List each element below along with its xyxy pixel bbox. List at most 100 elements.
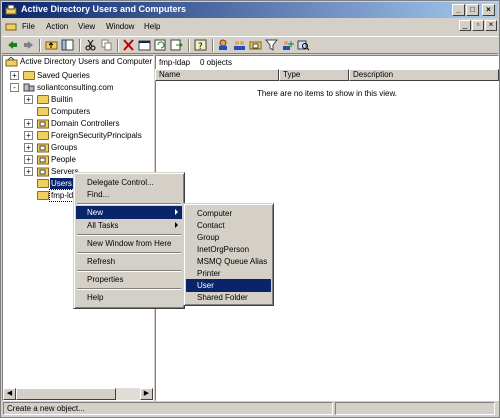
status-panel <box>335 402 495 415</box>
expander[interactable]: + <box>24 143 33 152</box>
status-bar: Create a new object... <box>2 401 498 416</box>
new-ou-icon[interactable] <box>249 39 262 51</box>
toolbar: ? * <box>2 36 498 54</box>
back-icon[interactable] <box>6 39 19 51</box>
menu-separator <box>77 288 181 290</box>
forward-icon[interactable] <box>22 39 35 51</box>
menu-action[interactable]: Action <box>46 22 68 31</box>
menu-separator <box>77 252 181 254</box>
tree-horizontal-scrollbar[interactable]: ◀ ▶ <box>3 388 153 400</box>
title-bar[interactable]: Active Directory Users and Computers _ □… <box>2 2 498 18</box>
submenu-arrow-icon <box>175 209 178 215</box>
folder-icon <box>37 95 49 104</box>
copy-icon[interactable] <box>100 39 113 51</box>
menu-separator <box>77 234 181 236</box>
submenu-item-shared-folder[interactable]: Shared Folder <box>186 291 271 304</box>
tree-item-domain[interactable]: - soliantconsulting.com <box>3 82 153 93</box>
context-menu: Delegate Control... Find... New All Task… <box>73 172 185 309</box>
maximize-button[interactable]: □ <box>466 4 479 16</box>
system-menu-icon[interactable] <box>5 21 17 32</box>
toolbar-separator <box>212 39 214 52</box>
folder-icon <box>37 131 49 140</box>
menu-separator <box>77 270 181 272</box>
menu-item-refresh[interactable]: Refresh <box>76 255 182 268</box>
svg-text:?: ? <box>198 42 203 51</box>
tree-item-groups[interactable]: + Groups <box>3 142 153 153</box>
domain-icon <box>23 83 35 92</box>
scroll-left-button[interactable]: ◀ <box>3 388 16 400</box>
child-minimize-button[interactable]: _ <box>459 20 471 31</box>
tree-item-domain-controllers[interactable]: + Domain Controllers <box>3 118 153 129</box>
folder-icon <box>23 71 35 80</box>
close-button[interactable]: × <box>482 4 495 16</box>
ad-root-icon <box>5 57 18 67</box>
menu-item-help[interactable]: Help <box>76 291 182 304</box>
svg-text:*: * <box>225 40 228 46</box>
scroll-right-button[interactable]: ▶ <box>140 388 153 400</box>
menu-item-new-window[interactable]: New Window from Here <box>76 237 182 250</box>
menu-item-find[interactable]: Find... <box>76 188 182 201</box>
scroll-thumb[interactable] <box>16 388 116 400</box>
expander[interactable]: + <box>24 167 33 176</box>
help-icon[interactable]: ? <box>194 39 207 51</box>
child-restore-button[interactable]: ▫ <box>472 20 484 31</box>
add-to-group-icon[interactable] <box>281 39 294 51</box>
tree-item-saved-queries[interactable]: + Saved Queries <box>3 70 153 81</box>
status-text: Create a new object... <box>3 402 333 415</box>
column-header-description[interactable]: Description <box>349 69 499 81</box>
new-submenu: Computer Contact Group InetOrgPerson MSM… <box>183 203 274 306</box>
child-close-button[interactable]: × <box>485 20 497 31</box>
ou-icon <box>37 119 49 129</box>
column-header-type[interactable]: Type <box>279 69 349 81</box>
tree-item-computers[interactable]: Computers <box>3 106 153 117</box>
filter-icon[interactable] <box>265 39 278 51</box>
menu-item-all-tasks[interactable]: All Tasks <box>76 219 182 232</box>
tree-item-builtin[interactable]: + Builtin <box>3 94 153 105</box>
tree-item-foreign-security-principals[interactable]: + ForeignSecurityPrincipals <box>3 130 153 141</box>
ou-icon <box>37 143 49 153</box>
find-icon[interactable] <box>297 39 310 51</box>
menu-item-properties[interactable]: Properties <box>76 273 182 286</box>
column-header-name[interactable]: Name <box>155 69 279 81</box>
menu-view[interactable]: View <box>78 22 95 31</box>
export-icon[interactable] <box>170 39 183 51</box>
ou-icon <box>37 155 49 165</box>
minimize-button[interactable]: _ <box>452 4 465 16</box>
expander[interactable]: - <box>10 83 19 92</box>
folder-icon <box>37 179 49 188</box>
menu-separator <box>77 203 181 205</box>
properties-icon[interactable] <box>138 39 151 51</box>
toolbar-separator <box>79 39 81 52</box>
expander[interactable]: + <box>10 71 19 80</box>
toolbar-separator <box>188 39 190 52</box>
folder-icon <box>37 191 49 200</box>
expander[interactable]: + <box>24 119 33 128</box>
show-tree-icon[interactable] <box>61 39 74 51</box>
tree-root[interactable]: Active Directory Users and Computer <box>3 56 153 68</box>
toolbar-separator <box>117 39 119 52</box>
app-icon <box>5 4 17 15</box>
expander[interactable]: + <box>24 95 33 104</box>
menu-window[interactable]: Window <box>106 22 134 31</box>
empty-view-message: There are no items to show in this view. <box>256 89 398 98</box>
expander[interactable]: + <box>24 155 33 164</box>
toolbar-separator <box>39 39 41 52</box>
menu-file[interactable]: File <box>22 22 35 31</box>
cut-icon[interactable] <box>84 39 97 51</box>
tree-item-people[interactable]: + People <box>3 154 153 165</box>
up-folder-icon[interactable] <box>45 39 58 51</box>
submenu-arrow-icon <box>175 222 178 228</box>
app-window: Active Directory Users and Computers _ □… <box>0 0 500 418</box>
refresh-icon[interactable] <box>154 39 167 51</box>
menu-bar: File Action View Window Help _ ▫ × <box>2 19 498 35</box>
new-user-icon[interactable]: * <box>217 39 230 51</box>
menu-help[interactable]: Help <box>144 22 160 31</box>
menu-item-new[interactable]: New <box>76 206 182 219</box>
folder-icon <box>37 107 49 116</box>
expander[interactable]: + <box>24 131 33 140</box>
ou-icon <box>37 167 49 177</box>
details-header: fmp-ldap 0 objects <box>159 58 233 67</box>
new-group-icon[interactable] <box>233 39 246 51</box>
window-title: Active Directory Users and Computers <box>21 4 187 14</box>
delete-icon[interactable] <box>122 39 135 51</box>
